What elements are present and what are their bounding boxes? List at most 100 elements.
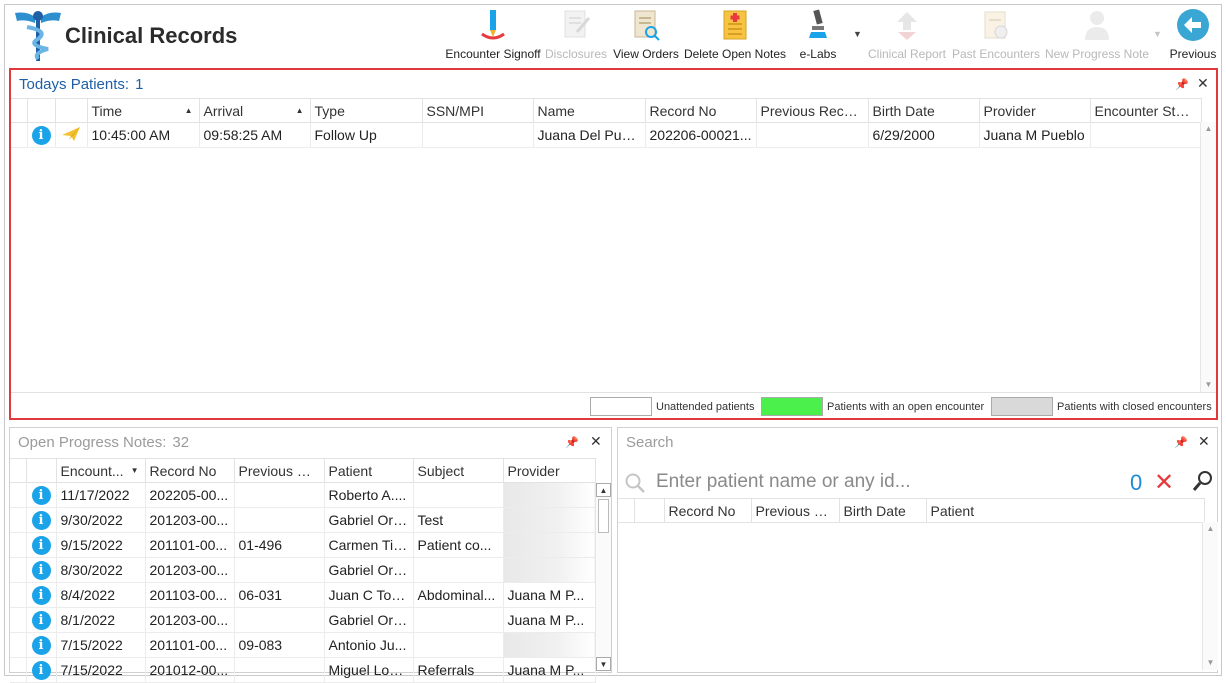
table-row[interactable]: i 8/30/2022 201203-00... Gabriel Ort... — [10, 557, 596, 583]
info-icon[interactable]: i — [31, 635, 51, 655]
column-header-ssn-mpi[interactable]: SSN/MPI — [422, 98, 534, 123]
column-header-previous-record[interactable]: Previous Recor... — [756, 98, 869, 123]
table-row[interactable]: i 7/15/2022 201101-00... 09-083 Antonio Ju..… — [10, 632, 596, 658]
column-header-record-no[interactable]: Record No — [645, 98, 757, 123]
e-labs-button[interactable]: e-Labs — [797, 7, 839, 63]
column-header-patient[interactable]: Patient — [926, 498, 1205, 523]
search-go-icon[interactable] — [1192, 470, 1214, 492]
column-header-provider[interactable]: Provider — [503, 458, 596, 483]
delete-open-notes-button[interactable]: Delete Open Notes — [683, 7, 787, 63]
cell-birth-date: 6/29/2000 — [868, 122, 980, 148]
row-indicator — [10, 557, 27, 583]
table-row[interactable]: i 7/15/2022 201012-00... Miguel Lop... Refer… — [10, 657, 596, 683]
cell-record-no: 201203-00... — [145, 557, 235, 583]
search-title: Search — [626, 434, 674, 451]
open-progress-notes-header-row: Encount... ▼ Record No Previous Re... Pat… — [10, 458, 596, 483]
info-icon[interactable]: i — [31, 585, 51, 605]
scroll-up-icon[interactable]: ▲ — [1201, 122, 1216, 136]
todays-patients-count: 1 — [135, 76, 144, 93]
clinical-report-button[interactable]: Clinical Report — [867, 7, 947, 63]
info-icon[interactable]: i — [31, 560, 51, 580]
table-row[interactable]: i 9/15/2022 201101-00... 01-496 Carmen Tir..… — [10, 532, 596, 558]
search-input[interactable]: Enter patient name or any id... — [656, 471, 911, 493]
past-encounters-button[interactable]: Past Encounters — [951, 7, 1041, 63]
info-icon[interactable]: i — [31, 125, 51, 145]
row-indicator — [10, 632, 27, 658]
clear-search-icon[interactable]: ✕ — [1154, 468, 1174, 497]
disclosures-button[interactable]: Disclosures — [543, 7, 609, 63]
cell-record-no: 201103-00... — [145, 582, 235, 608]
cell-patient: Roberto A.... — [324, 482, 414, 508]
column-header-previous-record[interactable]: Previous Re... — [234, 458, 325, 483]
scroll-up-icon[interactable]: ▲ — [1203, 522, 1218, 536]
info-column-header — [27, 98, 56, 123]
scroll-down-icon[interactable]: ▼ — [1201, 378, 1216, 392]
table-row[interactable]: i 8/4/2022 201103-00... 06-031 Juan C Torr..… — [10, 582, 596, 608]
column-header-encounter-date[interactable]: Encount... ▼ — [56, 458, 146, 483]
pin-icon[interactable]: 📌 — [1174, 436, 1188, 449]
cell-provider: Juana M P... — [503, 607, 596, 633]
encounter-signoff-button[interactable]: Encounter Signoff — [445, 7, 541, 63]
cell-encounter-date: 8/4/2022 — [56, 582, 146, 608]
column-header-encounter-status[interactable]: Encounter Stat... — [1090, 98, 1202, 123]
column-header-name[interactable]: Name — [533, 98, 646, 123]
sort-desc-icon: ▼ — [130, 466, 139, 475]
table-row[interactable]: i 11/17/2022 202205-00... Roberto A.... — [10, 482, 596, 508]
column-header-birth-date[interactable]: Birth Date — [868, 98, 980, 123]
todays-patients-header-row: Time ▲ Arrival ▲ Type SSN/MPI Name Record … — [11, 98, 1202, 123]
info-cell: i — [26, 557, 57, 583]
info-icon[interactable]: i — [31, 535, 51, 555]
new-progress-note-dropdown-arrow-icon[interactable]: ▼ — [1153, 29, 1162, 39]
doctor-person-icon — [1080, 7, 1114, 43]
row-indicator-header — [10, 458, 27, 483]
column-header-patient[interactable]: Patient — [324, 458, 414, 483]
table-row[interactable]: i 8/1/2022 201203-00... Gabriel Ort... Juana… — [10, 607, 596, 633]
previous-button[interactable]: Previous — [1167, 7, 1219, 63]
close-icon[interactable]: ✕ — [590, 433, 602, 450]
cell-encounter-date: 8/30/2022 — [56, 557, 146, 583]
cell-subject: Abdominal... — [413, 582, 504, 608]
clipboard-clock-icon — [979, 7, 1013, 43]
column-header-provider[interactable]: Provider — [979, 98, 1091, 123]
scroll-thumb[interactable] — [598, 499, 609, 533]
column-header-birth-date[interactable]: Birth Date — [839, 498, 927, 523]
column-header-arrival[interactable]: Arrival ▲ — [199, 98, 311, 123]
info-icon[interactable]: i — [31, 510, 51, 530]
info-icon[interactable]: i — [31, 660, 51, 680]
table-row[interactable]: i 10:45:00 AM 09:58:25 AM Follow Up Juan… — [11, 122, 1202, 148]
close-icon[interactable]: ✕ — [1198, 433, 1210, 450]
info-cell: i — [26, 607, 57, 633]
cell-previous-record: 01-496 — [234, 532, 325, 558]
search-results-scrollbar[interactable]: ▲ ▼ — [1202, 522, 1218, 670]
table-row[interactable]: i 9/30/2022 201203-00... Gabriel Ort... Test — [10, 507, 596, 533]
column-header-record-no[interactable]: Record No — [145, 458, 235, 483]
pin-icon[interactable]: 📌 — [1175, 78, 1189, 91]
divider — [11, 392, 1216, 393]
column-header-type[interactable]: Type — [310, 98, 423, 123]
open-progress-notes-panel: Open Progress Notes: 32 📌 ✕ Encount... ▼ R… — [9, 427, 612, 683]
e-labs-dropdown-arrow-icon[interactable]: ▼ — [853, 29, 862, 39]
document-magnifier-icon — [629, 7, 663, 43]
column-header-subject[interactable]: Subject — [413, 458, 504, 483]
scroll-down-icon[interactable]: ▼ — [596, 657, 611, 671]
info-icon[interactable]: i — [31, 485, 51, 505]
close-icon[interactable]: ✕ — [1197, 75, 1209, 92]
open-progress-notes-scrollbar[interactable]: ▲ ▼ — [595, 483, 611, 671]
cell-record-no: 201101-00... — [145, 532, 235, 558]
document-edit-icon — [559, 7, 593, 43]
microscope-icon — [801, 7, 835, 43]
view-orders-button[interactable]: View Orders — [611, 7, 681, 63]
scroll-down-icon[interactable]: ▼ — [1203, 656, 1218, 670]
cell-patient: Juan C Torr... — [324, 582, 414, 608]
scroll-up-icon[interactable]: ▲ — [596, 483, 611, 497]
cell-previous-record: 09-083 — [234, 632, 325, 658]
column-header-time[interactable]: Time ▲ — [87, 98, 200, 123]
cell-patient: Gabriel Ort... — [324, 507, 414, 533]
todays-patients-scrollbar[interactable]: ▲ ▼ — [1200, 122, 1216, 392]
column-header-record-no[interactable]: Record No — [664, 498, 752, 523]
cell-time: 10:45:00 AM — [87, 122, 200, 148]
info-icon[interactable]: i — [31, 610, 51, 630]
new-progress-note-button[interactable]: New Progress Note — [1043, 7, 1151, 63]
pin-icon[interactable]: 📌 — [565, 436, 579, 449]
column-header-previous-record[interactable]: Previous R... — [751, 498, 840, 523]
